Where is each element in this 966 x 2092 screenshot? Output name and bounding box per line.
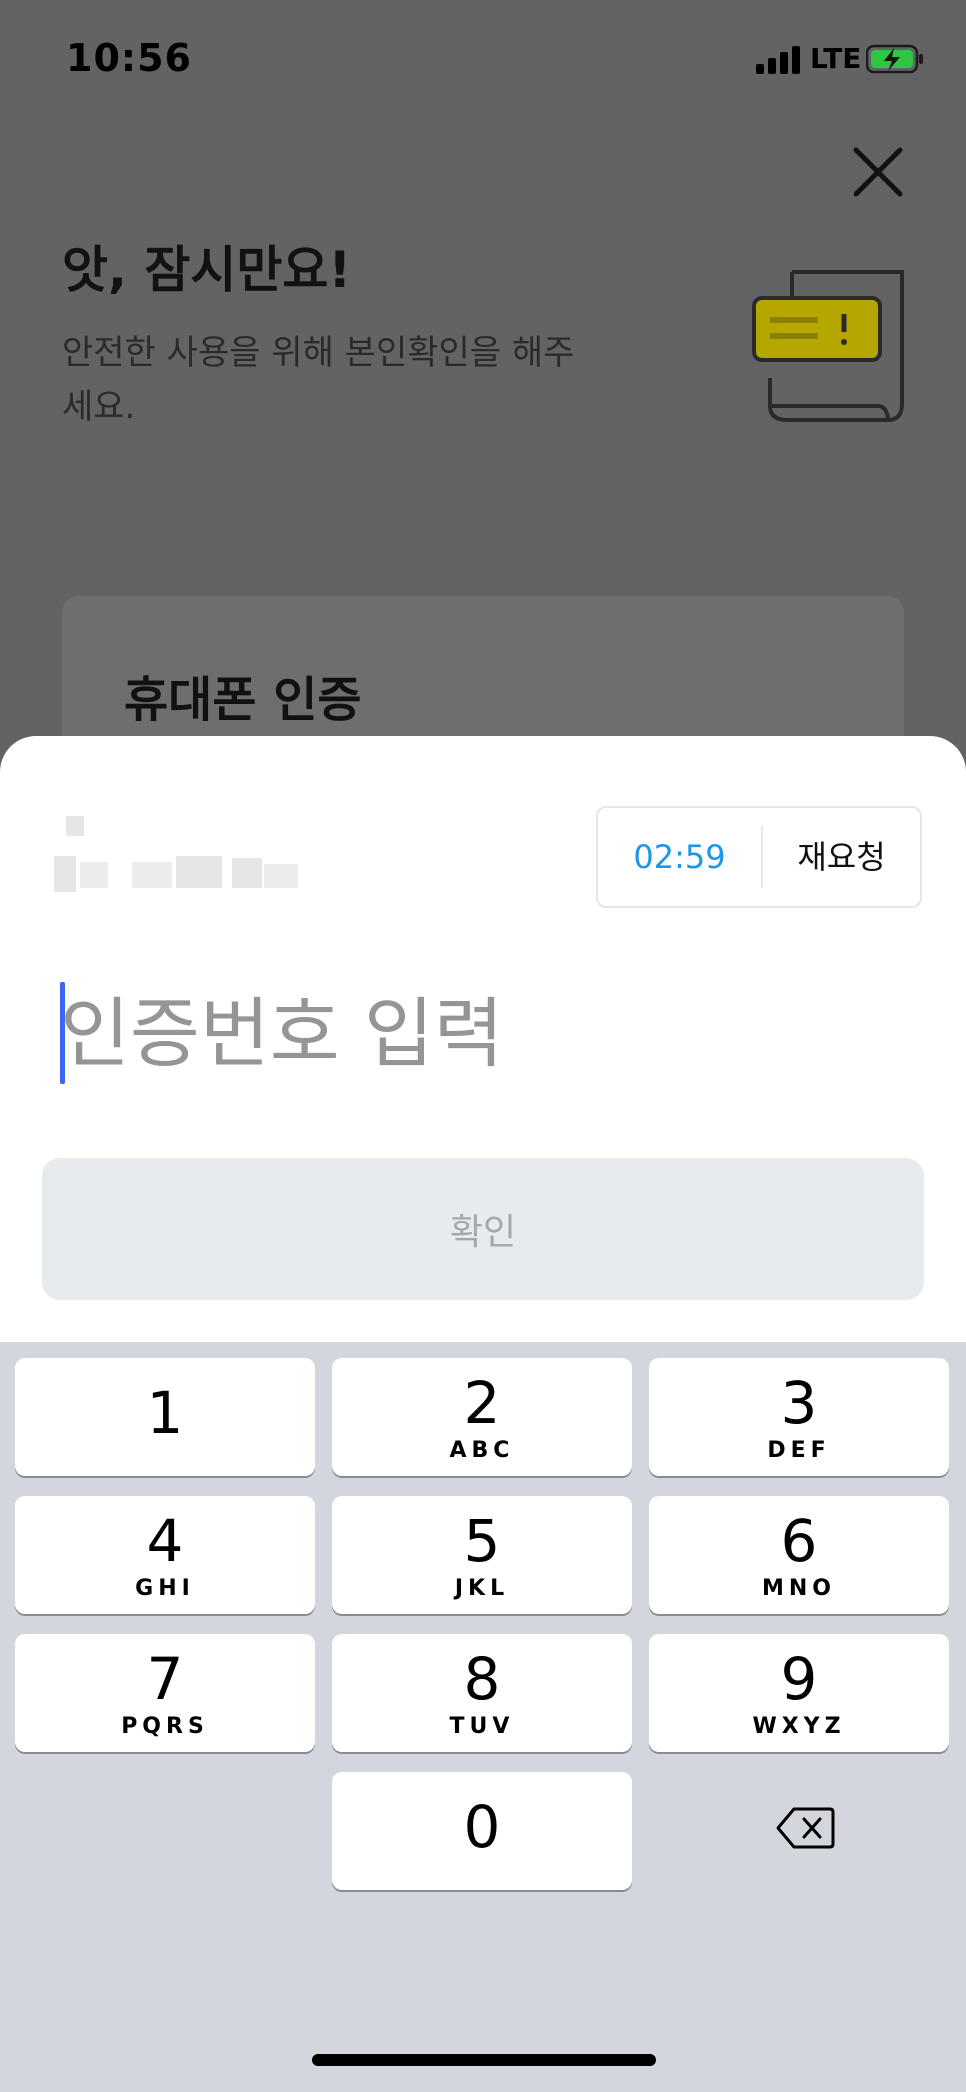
key-3[interactable]: 3 DEF (649, 1358, 949, 1476)
key-4[interactable]: 4 GHI (15, 1496, 315, 1614)
confirm-button[interactable]: 확인 (42, 1158, 924, 1300)
warning-document-icon (752, 270, 904, 422)
backspace-icon[interactable] (776, 1806, 836, 1850)
home-indicator[interactable] (312, 2054, 656, 2066)
signal-icon (756, 46, 802, 74)
resend-button[interactable]: 재요청 (763, 808, 920, 906)
countdown-timer: 02:59 (633, 838, 726, 876)
card-title: 휴대폰 인증 (124, 672, 362, 728)
key-8[interactable]: 8 TUV (332, 1634, 632, 1752)
key-0[interactable]: 0 (332, 1772, 632, 1890)
page-subtitle: 안전한 사용을 위해 본인확인을 해주세요. (62, 333, 575, 427)
key-2[interactable]: 2 ABC (332, 1358, 632, 1476)
network-type: LTE (810, 42, 862, 75)
timer-resend-box: 02:59 재요청 (596, 806, 922, 908)
battery-charging-icon (866, 44, 923, 74)
close-icon[interactable] (848, 142, 908, 202)
key-6[interactable]: 6 MNO (649, 1496, 949, 1614)
status-time: 10:56 (66, 36, 192, 80)
verification-code-input[interactable] (60, 978, 880, 1088)
key-1[interactable]: 1 (15, 1358, 315, 1476)
key-5[interactable]: 5 JKL (332, 1496, 632, 1614)
key-7[interactable]: 7 PQRS (15, 1634, 315, 1752)
key-9[interactable]: 9 WXYZ (649, 1634, 949, 1752)
text-caret (60, 982, 65, 1084)
page-title: 앗, 잠시만요! (62, 241, 352, 299)
status-bar: 10:56 LTE (0, 0, 966, 110)
masked-phone-number (46, 808, 346, 904)
